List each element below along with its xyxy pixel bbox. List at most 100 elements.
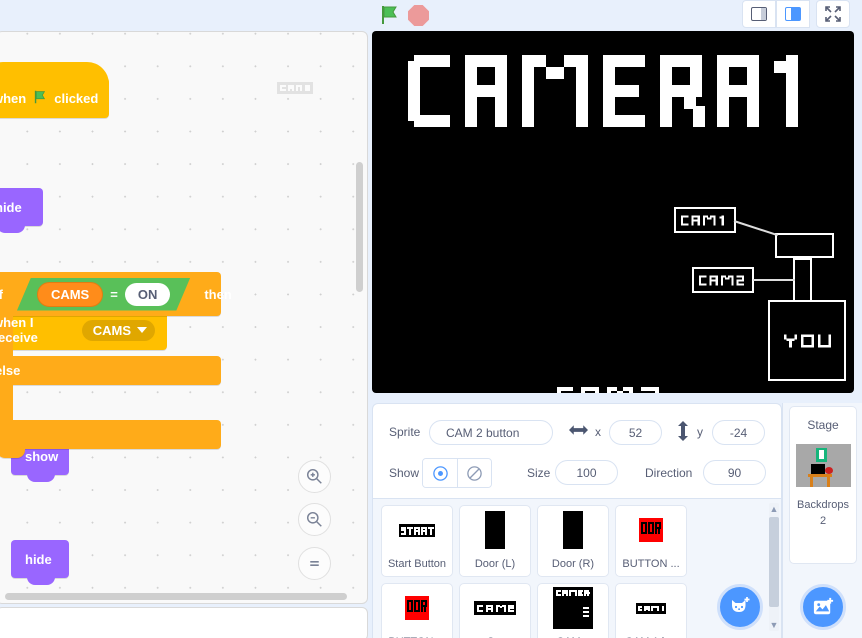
sprite-name-input[interactable]: CAM 2 button: [429, 420, 553, 445]
block-hide-1[interactable]: hide: [0, 188, 43, 233]
sprite-item[interactable]: BUTTON ...: [381, 583, 453, 638]
block-label-then: then: [204, 286, 232, 302]
block-label-suffix: clicked: [54, 90, 99, 106]
show-label: Show: [389, 466, 420, 480]
show-toggle-group: [422, 458, 492, 488]
stage-selector-panel: Stage Backdrops 2: [782, 403, 862, 638]
backdrops-count: 2: [819, 515, 827, 527]
y-position-input[interactable]: -24: [712, 420, 765, 445]
x-label: x: [595, 425, 601, 439]
sprite-item-label: BUTTON ...: [616, 554, 686, 574]
sprite-watermark: [277, 82, 313, 97]
sprite-name-value: CAM 2 button: [446, 425, 520, 440]
variable-cams[interactable]: CAMS: [37, 282, 103, 307]
x-position-input[interactable]: 52: [609, 420, 662, 445]
large-stage-layout-icon[interactable]: [776, 0, 810, 28]
sprite-thumbnail: [382, 584, 452, 632]
zoom-out-button[interactable]: [298, 503, 331, 536]
block-if-footer-bump: [0, 449, 25, 458]
stop-icon[interactable]: [408, 5, 429, 26]
sprite-item[interactable]: CAM...: [537, 583, 609, 638]
sprite-item[interactable]: C...: [459, 583, 531, 638]
sprite-grid: Start Button Door (L) Door (R) BUTTON ... …: [381, 505, 763, 638]
chevron-down-icon: [137, 327, 147, 333]
block-if-header[interactable]: if CAMS = ON then: [0, 272, 232, 316]
stage-area: [372, 31, 854, 393]
y-label: y: [697, 425, 703, 439]
code-vertical-scrollbar[interactable]: [356, 162, 363, 292]
block-label: hide: [0, 199, 22, 215]
zoom-reset-button[interactable]: [298, 547, 331, 580]
diagram-line-cam2: [753, 279, 795, 281]
block-when-i-receive[interactable]: when I receive CAMS: [0, 294, 167, 350]
block-hide-2[interactable]: hide: [11, 540, 69, 585]
sprite-thumbnail: [538, 506, 608, 554]
sprite-item-label: C...: [460, 632, 530, 638]
stage-footer-cams: [557, 383, 663, 393]
sprite-item[interactable]: CAM 1 b...: [615, 583, 687, 638]
diagram-top-rect: [775, 233, 834, 258]
block-label: when: [0, 90, 27, 106]
diagram-cam1-box: [674, 207, 736, 233]
sprite-item-label: CAM 1 b...: [616, 632, 686, 638]
size-value: 100: [576, 465, 597, 480]
stage-layout-buttons: [742, 0, 850, 28]
sprite-item-label: CAM...: [538, 632, 608, 638]
small-stage-layout-icon[interactable]: [742, 0, 776, 28]
size-input[interactable]: 100: [555, 460, 618, 485]
y-value: -24: [729, 425, 748, 440]
sprite-thumbnail: [538, 584, 608, 632]
dropdown-value: CAMS: [92, 322, 131, 338]
sprite-thumbnail: [460, 506, 530, 554]
diagram-cam2-box: [692, 267, 754, 293]
green-flag-icon[interactable]: [378, 3, 402, 27]
block-label: hide: [25, 551, 52, 567]
block-label: show: [25, 448, 59, 464]
stage-card[interactable]: Stage Backdrops 2: [789, 406, 857, 564]
eye-hidden-icon[interactable]: [457, 459, 491, 487]
block-label-else: else: [0, 363, 21, 378]
sprite-thumbnail: [616, 506, 686, 554]
operator-equals-block[interactable]: CAMS = ON: [9, 278, 198, 311]
sprite-item[interactable]: Door (R): [537, 505, 609, 577]
sprite-item-label: Start Button: [382, 554, 452, 574]
dropdown-message[interactable]: CAMS: [81, 319, 155, 341]
direction-input[interactable]: 90: [703, 460, 766, 485]
code-horizontal-scrollbar[interactable]: [5, 593, 347, 600]
add-backdrop-image-icon[interactable]: [800, 584, 846, 630]
add-sprite-cat-icon[interactable]: [717, 584, 763, 630]
zoom-in-button[interactable]: [298, 460, 331, 493]
sprite-item-label: BUTTON ...: [382, 632, 452, 638]
scroll-up-icon[interactable]: ▲: [769, 503, 779, 515]
diagram-line-cam1: [733, 220, 779, 237]
block-else-bar[interactable]: else: [0, 356, 221, 385]
scroll-down-icon[interactable]: ▼: [769, 619, 779, 631]
x-axis-icon: [569, 423, 588, 441]
scrollbar-thumb[interactable]: [769, 517, 779, 607]
eye-visible-icon[interactable]: [423, 459, 457, 487]
x-value: 52: [628, 425, 643, 440]
sprite-list-scrollbar[interactable]: ▲ ▼: [769, 503, 779, 631]
sprite-item[interactable]: Start Button: [381, 505, 453, 577]
stage-diagram: [674, 207, 846, 381]
diagram-stem: [793, 258, 812, 302]
sprite-item[interactable]: BUTTON ...: [615, 505, 687, 577]
sprite-item-label: Door (R): [538, 554, 608, 574]
operand-value[interactable]: ON: [125, 283, 171, 306]
direction-value: 90: [727, 465, 742, 480]
sprite-item-label: Door (L): [460, 554, 530, 574]
sprite-item[interactable]: Door (L): [459, 505, 531, 577]
block-when-flag-clicked[interactable]: when clicked: [0, 62, 109, 118]
stage-card-title: Stage: [807, 418, 839, 432]
direction-label: Direction: [645, 466, 693, 480]
code-area-bottom-strip: [0, 607, 368, 638]
stage-canvas[interactable]: [372, 31, 854, 393]
sprite-thumbnail: [382, 506, 452, 554]
top-toolbar: [0, 0, 862, 30]
stage-title-camera-1: [408, 55, 804, 136]
fullscreen-icon[interactable]: [816, 0, 850, 28]
sprite-thumbnail: [460, 584, 530, 632]
green-flag-icon: [32, 89, 48, 108]
code-workspace[interactable]: when clicked hide when I receive CAMS if…: [0, 31, 368, 604]
block-label: when I receive: [0, 315, 38, 345]
